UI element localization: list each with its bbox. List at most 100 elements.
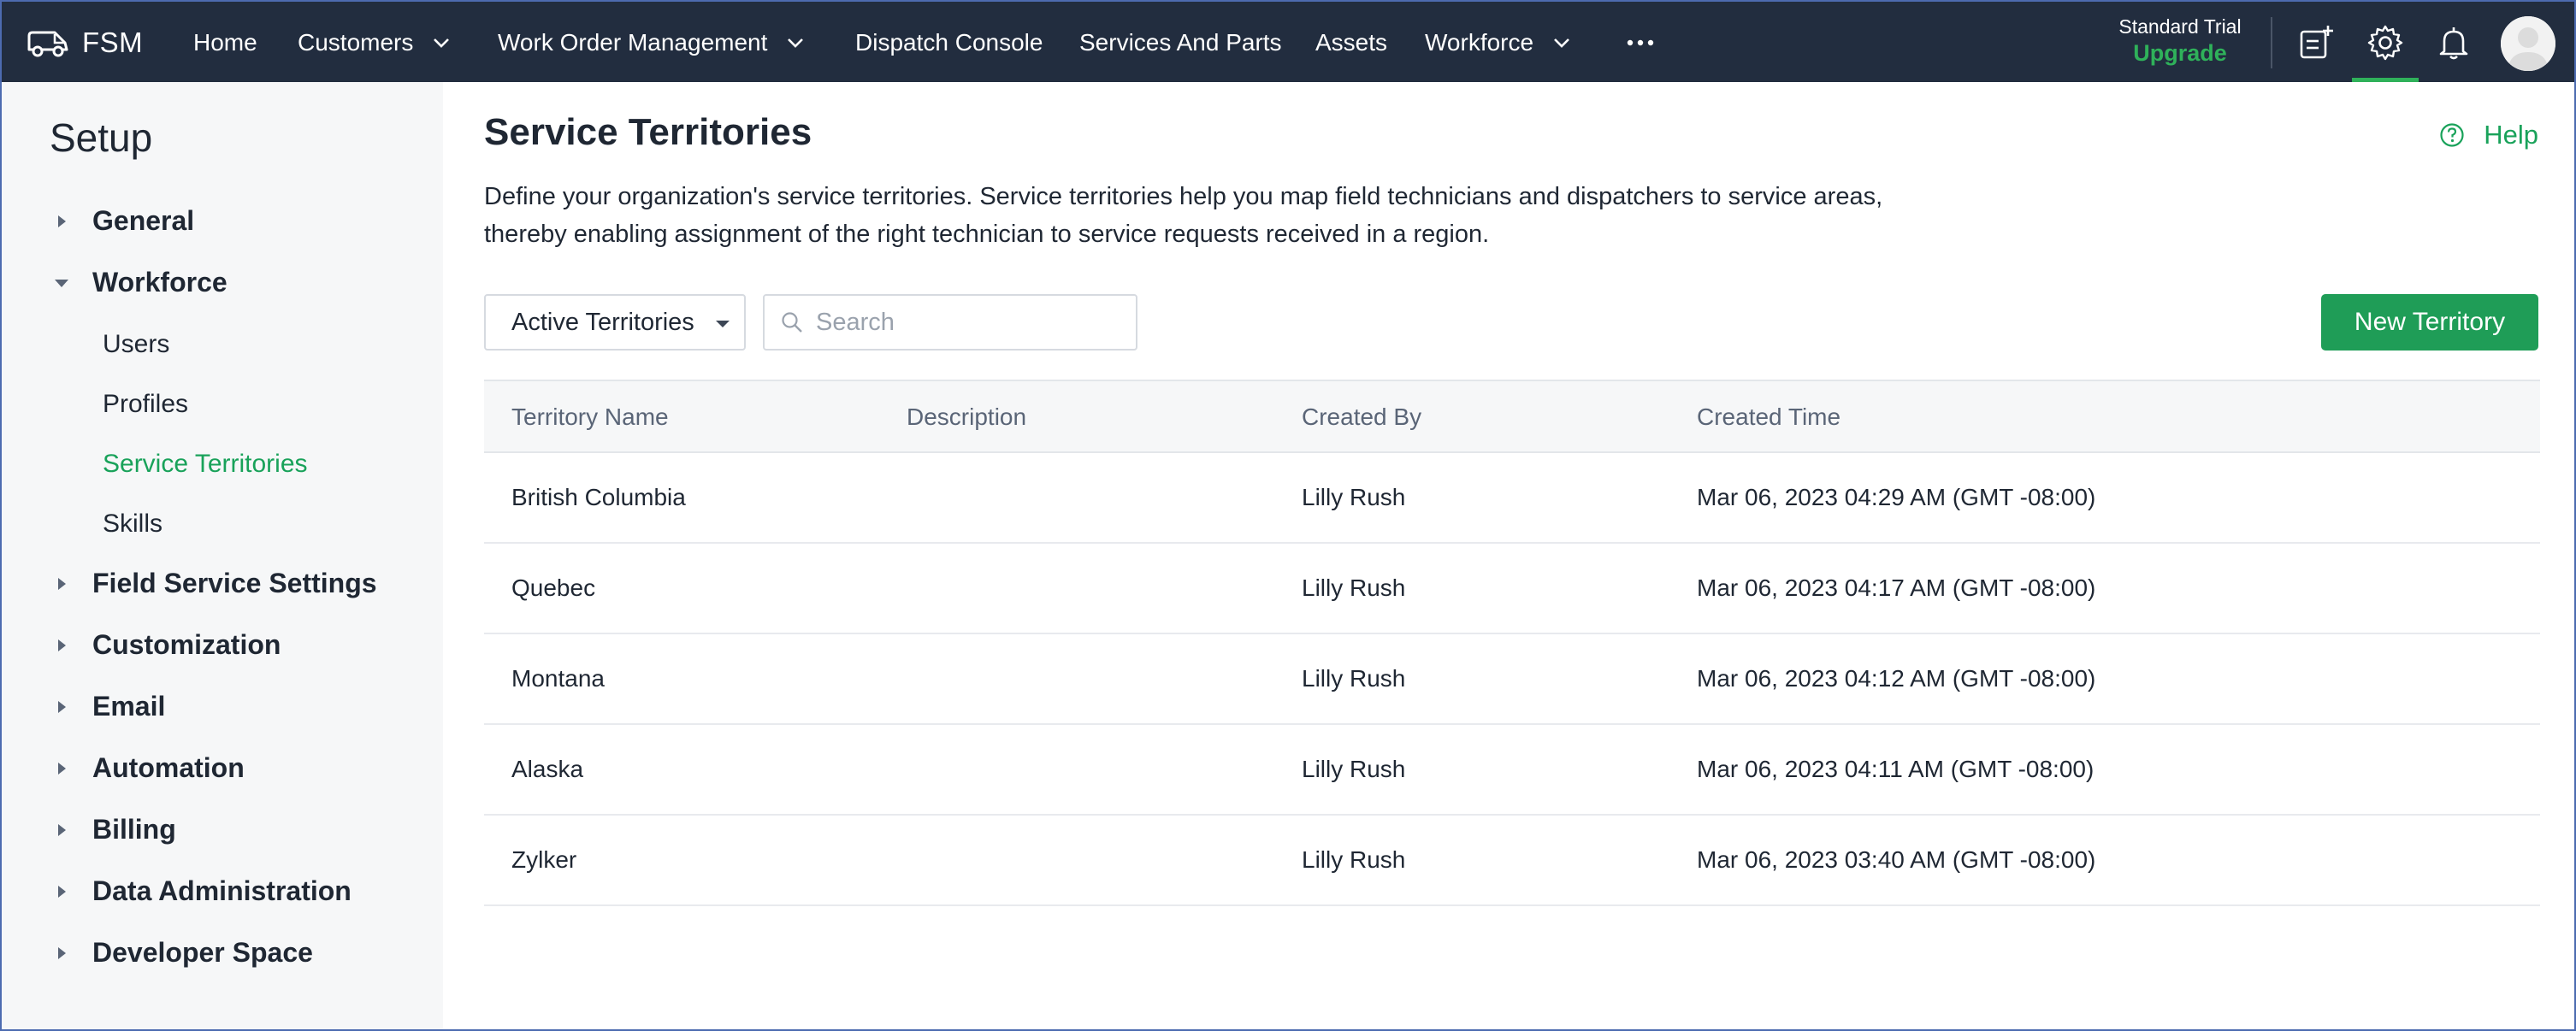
nav-workforce[interactable]: Workforce: [1425, 2, 1571, 84]
trial-status: Standard Trial Upgrade: [2114, 15, 2246, 67]
created-by-cell: Lilly Rush: [1302, 484, 1406, 510]
caret-right-icon: [58, 946, 66, 959]
sidebar-item-service-territories[interactable]: Service Territories: [103, 450, 308, 479]
main-content: Service Territories Help Define your org…: [443, 82, 2576, 1031]
territories-table: Territory Name Description Created By Cr…: [484, 380, 2540, 906]
sidebar-group-label: Workforce: [92, 267, 227, 298]
nav-dispatch-console[interactable]: Dispatch Console: [855, 2, 1043, 84]
help-circle-icon: [2440, 123, 2464, 147]
sidebar-group-workforce[interactable]: Workforce: [53, 267, 227, 298]
brand-logo[interactable]: FSM: [26, 21, 143, 65]
territory-name-cell[interactable]: British Columbia: [511, 453, 686, 542]
sidebar-group-data-administration[interactable]: Data Administration: [53, 875, 352, 907]
nav-work-order-management[interactable]: Work Order Management: [498, 2, 805, 84]
caret-down-icon: [55, 279, 68, 287]
search-icon: [782, 312, 802, 333]
territory-name-cell[interactable]: Quebec: [511, 544, 595, 633]
column-header-territory-name[interactable]: Territory Name: [511, 381, 669, 453]
nav-services-label: Services And Parts: [1079, 29, 1282, 56]
nav-home-label: Home: [193, 29, 257, 56]
territory-name-cell[interactable]: Zylker: [511, 816, 576, 904]
sidebar-group-developer-space[interactable]: Developer Space: [53, 937, 313, 969]
search-input[interactable]: [816, 308, 1124, 337]
bell-icon[interactable]: [2435, 24, 2473, 62]
table-row[interactable]: Montana Lilly Rush Mar 06, 2023 04:12 AM…: [484, 634, 2540, 725]
chevron-down-icon: [788, 38, 804, 48]
table-header: Territory Name Description Created By Cr…: [484, 380, 2540, 453]
user-avatar-icon: [2501, 16, 2555, 71]
sidebar-group-billing[interactable]: Billing: [53, 814, 176, 845]
caret-right-icon: [58, 700, 66, 713]
more-horizontal-icon[interactable]: [1623, 32, 1657, 53]
brand-name: FSM: [82, 27, 144, 58]
nav-assets-label: Assets: [1315, 29, 1388, 56]
nav-home[interactable]: Home: [193, 2, 257, 84]
created-by-cell: Lilly Rush: [1302, 574, 1406, 601]
table-row[interactable]: British Columbia Lilly Rush Mar 06, 2023…: [484, 453, 2540, 544]
created-by-cell: Lilly Rush: [1302, 665, 1406, 692]
trial-plan-label: Standard Trial: [2118, 15, 2242, 38]
caret-down-icon: [716, 321, 730, 327]
upgrade-link[interactable]: Upgrade: [2114, 40, 2246, 67]
column-header-created-by[interactable]: Created By: [1302, 381, 1421, 453]
sidebar-group-customization[interactable]: Customization: [53, 629, 281, 661]
territory-name-cell[interactable]: Alaska: [511, 725, 583, 814]
territory-name-cell[interactable]: Montana: [511, 634, 605, 723]
avatar[interactable]: [2501, 16, 2555, 71]
table-row[interactable]: Quebec Lilly Rush Mar 06, 2023 04:17 AM …: [484, 544, 2540, 634]
gear-icon[interactable]: [2366, 24, 2404, 62]
sidebar-item-users[interactable]: Users: [103, 330, 169, 359]
page-title: Service Territories: [484, 111, 812, 153]
top-navigation-bar: FSM Home Customers Work Order Management…: [0, 0, 2576, 84]
nav-customers[interactable]: Customers: [298, 2, 451, 84]
sidebar-group-label: Automation: [92, 752, 245, 783]
sidebar-group-label: Data Administration: [92, 875, 352, 906]
nav-work-order-label: Work Order Management: [498, 29, 768, 56]
created-time-cell: Mar 06, 2023 03:40 AM (GMT -08:00): [1697, 846, 2096, 873]
column-header-description[interactable]: Description: [907, 381, 1026, 453]
created-time-cell: Mar 06, 2023 04:17 AM (GMT -08:00): [1697, 574, 2096, 601]
new-territory-button[interactable]: New Territory: [2321, 294, 2538, 351]
caret-right-icon: [58, 215, 66, 227]
add-note-icon[interactable]: [2297, 24, 2335, 62]
sidebar-item-skills[interactable]: Skills: [103, 510, 162, 539]
sidebar-group-field-service-settings[interactable]: Field Service Settings: [53, 568, 377, 599]
created-time-cell: Mar 06, 2023 04:12 AM (GMT -08:00): [1697, 665, 2096, 692]
sidebar-item-profiles[interactable]: Profiles: [103, 390, 188, 419]
table-row[interactable]: Zylker Lilly Rush Mar 06, 2023 03:40 AM …: [484, 816, 2540, 906]
nav-services-and-parts[interactable]: Services And Parts: [1079, 2, 1282, 84]
sidebar-group-label: General: [92, 205, 195, 236]
caret-right-icon: [58, 762, 66, 775]
chevron-down-icon: [1554, 38, 1569, 48]
sidebar-group-label: Field Service Settings: [92, 568, 377, 598]
nav-workforce-label: Workforce: [1425, 29, 1534, 56]
sidebar-group-automation[interactable]: Automation: [53, 752, 245, 784]
territory-filter-dropdown[interactable]: Active Territories: [484, 294, 746, 351]
created-time-cell: Mar 06, 2023 04:11 AM (GMT -08:00): [1697, 756, 2094, 782]
sidebar-group-email[interactable]: Email: [53, 691, 165, 722]
page-description: Define your organization's service terri…: [484, 178, 1955, 253]
caret-right-icon: [58, 577, 66, 590]
sidebar-group-label: Billing: [92, 814, 176, 845]
caret-right-icon: [58, 885, 66, 898]
sidebar-group-label: Customization: [92, 629, 281, 660]
sidebar-group-label: Developer Space: [92, 937, 313, 968]
table-row[interactable]: Alaska Lilly Rush Mar 06, 2023 04:11 AM …: [484, 725, 2540, 816]
setup-sidebar: Setup General Workforce Users Profiles S…: [0, 82, 443, 1031]
nav-customers-label: Customers: [298, 29, 414, 56]
description-line-1: Define your organization's service terri…: [484, 183, 1883, 210]
filter-value: Active Territories: [511, 308, 694, 336]
description-line-2: thereby enabling assignment of the right…: [484, 221, 1490, 248]
search-box[interactable]: [763, 294, 1137, 351]
van-icon: [27, 31, 68, 57]
sidebar-group-label: Email: [92, 691, 166, 722]
help-link[interactable]: Help: [2439, 120, 2538, 150]
created-time-cell: Mar 06, 2023 04:29 AM (GMT -08:00): [1697, 484, 2096, 510]
sidebar-title: Setup: [50, 115, 153, 160]
column-header-created-time[interactable]: Created Time: [1697, 381, 1840, 453]
nav-assets[interactable]: Assets: [1315, 2, 1387, 84]
sidebar-group-general[interactable]: General: [53, 205, 194, 237]
caret-right-icon: [58, 639, 66, 651]
created-by-cell: Lilly Rush: [1302, 756, 1406, 782]
help-label: Help: [2484, 120, 2538, 150]
